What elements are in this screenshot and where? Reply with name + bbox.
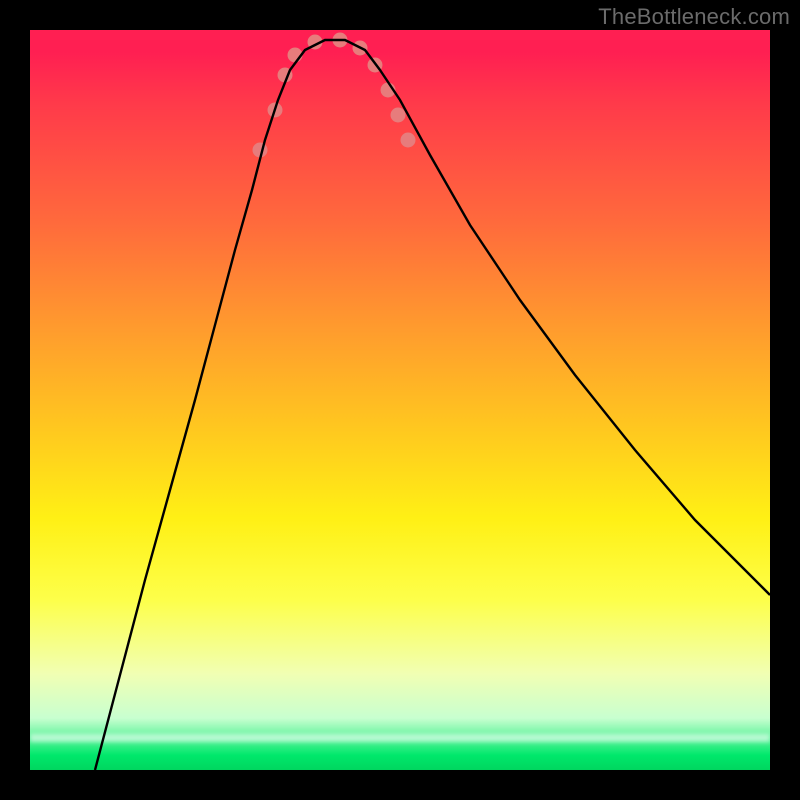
bottleneck-curve bbox=[95, 40, 770, 770]
chart-svg bbox=[30, 30, 770, 770]
chart-frame: TheBottleneck.com bbox=[0, 0, 800, 800]
data-markers bbox=[253, 33, 416, 158]
data-marker bbox=[391, 108, 406, 123]
data-marker bbox=[401, 133, 416, 148]
plot-area bbox=[30, 30, 770, 770]
watermark-text: TheBottleneck.com bbox=[598, 4, 790, 30]
